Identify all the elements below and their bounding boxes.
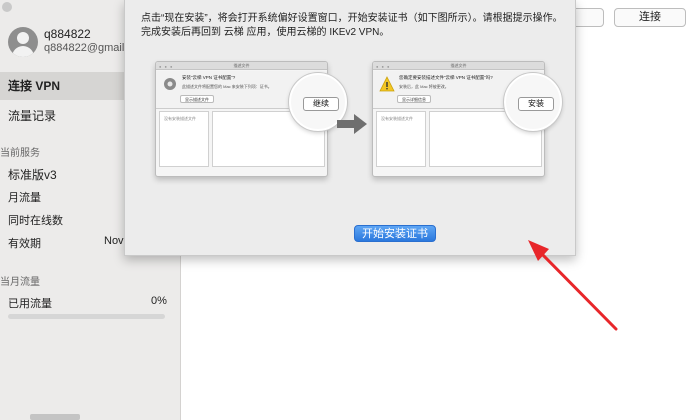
- instructions-line-1: 点击“现在安装”，将会打开系统偏好设置窗口，开始安装证书（如下图所示）。请根据提…: [141, 13, 563, 24]
- step2-pane-label: 没有安装描述文件: [381, 116, 413, 121]
- step1-window-title: 描述文件: [233, 63, 250, 68]
- connect-button[interactable]: 连接: [614, 8, 686, 27]
- sidebar-footer: [30, 414, 80, 420]
- traffic-progress-bar: [8, 314, 165, 319]
- avatar: [8, 27, 38, 57]
- user-name: q884822: [44, 27, 91, 41]
- concurrent-label: 同时在线数: [8, 215, 63, 227]
- section-title-service: 当前服务: [0, 148, 40, 159]
- step2-show-details-button: 显示详细信息: [397, 95, 431, 103]
- gear-icon: [164, 78, 176, 90]
- used-traffic-value: 0%: [151, 295, 167, 307]
- window-control-icon[interactable]: [2, 2, 12, 12]
- step1-show-profile-button: 显示描述文件: [180, 95, 214, 103]
- warning-icon: [379, 76, 395, 92]
- instructions-text: 点击“现在安装”，将会打开系统偏好设置窗口，开始安装证书（如下图所示）。请根据提…: [141, 12, 566, 40]
- step2-detail: 安装后，此 Mac 将被更改。: [399, 84, 449, 89]
- section-title-traffic: 当月流量: [0, 277, 40, 288]
- continue-button-zoomed: 继续: [303, 97, 339, 111]
- start-install-certificate-button[interactable]: 开始安装证书: [354, 225, 436, 242]
- step2-zoom-callout: 安装: [504, 73, 562, 131]
- step2-window-title: 描述文件: [450, 63, 467, 68]
- step2-prompt: 您确定要安装描述文件“云梯 VPN 证书配置”吗?: [399, 75, 493, 80]
- validity-label: 有效期: [8, 238, 41, 250]
- validity-value: Nov: [104, 235, 124, 247]
- arrow-right-icon: [337, 114, 367, 134]
- used-traffic-label: 已用流量: [8, 298, 52, 310]
- monthly-traffic-label: 月流量: [8, 192, 41, 204]
- step1-prompt: 安装“云梯 VPN 证书配置”?: [182, 75, 236, 80]
- plan-name: 标准版v3: [8, 168, 57, 182]
- step1-pane-label: 没有安装描述文件: [164, 116, 196, 121]
- instructions-line-2: 完成安装后再回到 云梯 应用，使用云梯的 IKEv2 VPN。: [141, 27, 390, 38]
- step1-detail: 此描述文件将配置您的 Mac 来安装下列项：证书。: [182, 84, 272, 89]
- install-button-zoomed: 安装: [518, 97, 554, 111]
